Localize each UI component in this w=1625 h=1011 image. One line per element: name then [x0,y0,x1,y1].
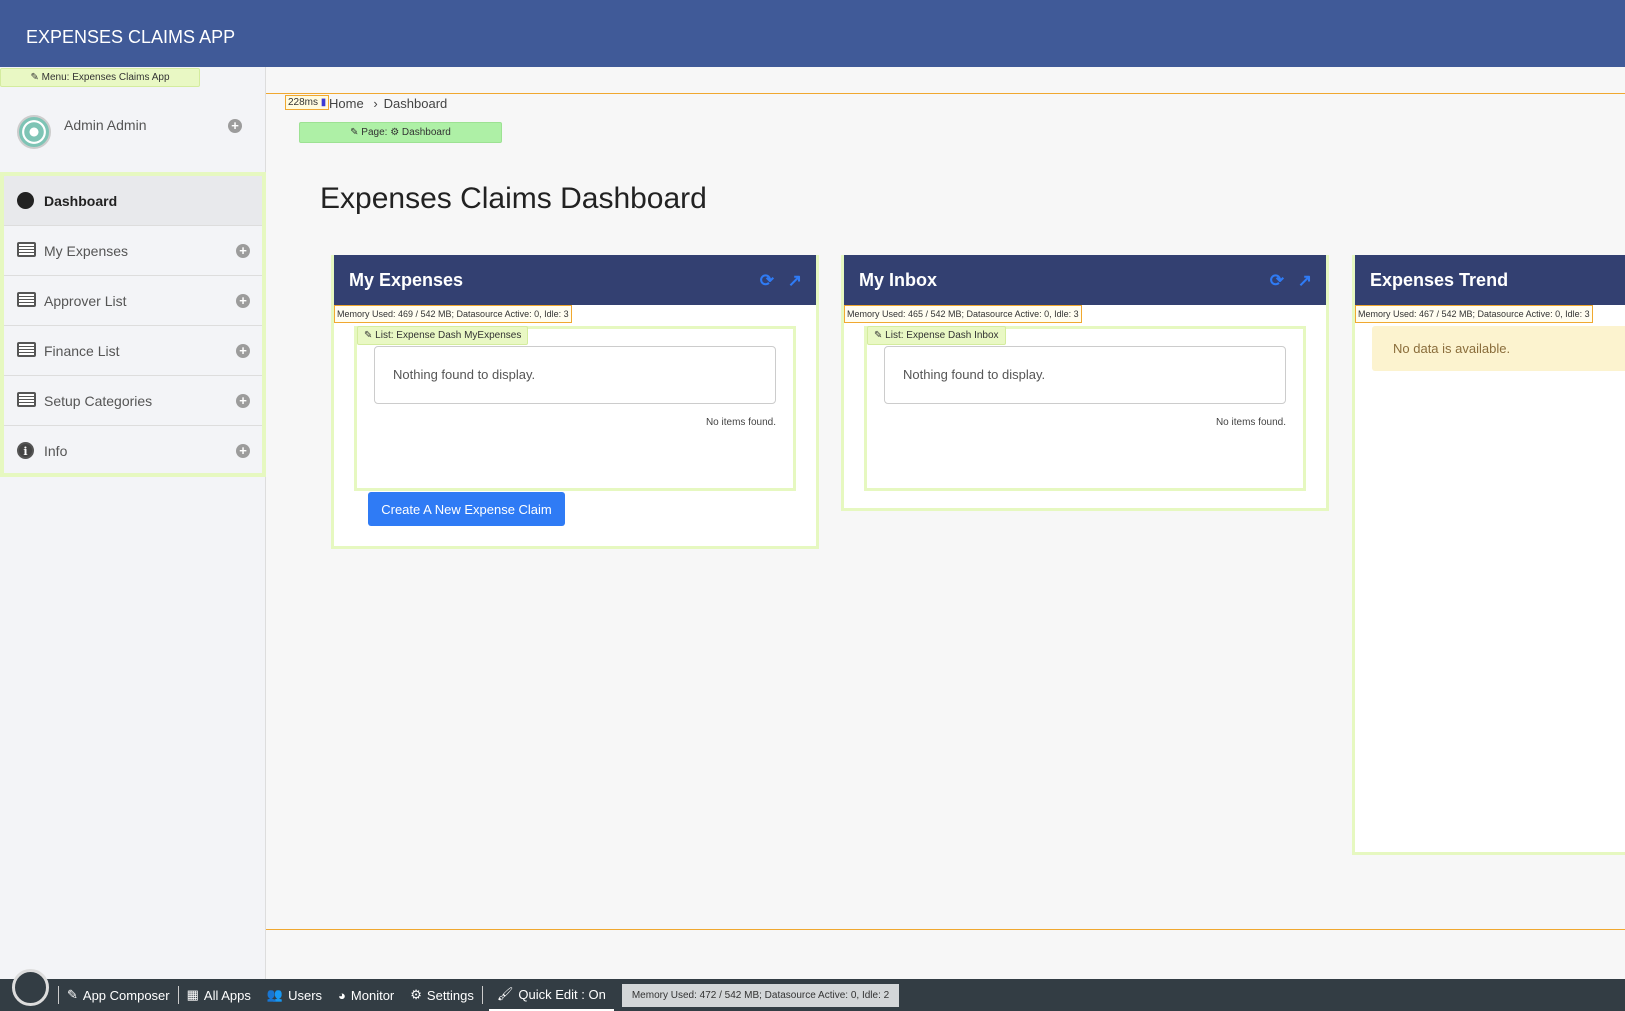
label: All Apps [203,987,251,1003]
brush-icon: 🖌 [496,986,514,1001]
no-items-text: No items found. [705,417,776,428]
create-expense-claim-button[interactable]: Create A New Expense Claim [368,492,565,526]
quick-edit-toggle[interactable]: 🖌 Quick Edit : On [488,979,614,1011]
expenses-trend-panel: Expenses Trend Memory Used: 467 / 542 MB… [1352,255,1625,855]
label: Monitor [350,987,395,1003]
memory-info: Memory Used: 465 / 542 MB; Datasource Ac… [844,305,1082,323]
external-link-icon[interactable]: ↗ [1298,271,1312,291]
dashboard-icon: ◕ [338,987,346,1003]
memory-info: Memory Used: 469 / 542 MB; Datasource Ac… [334,305,572,323]
list-icon [17,342,36,357]
panel-title: My Expenses [349,270,464,290]
expenses-list: ✎ List: Expense Dash MyExpenses Nothing … [354,326,796,491]
breadcrumb-separator: › [373,96,378,111]
list-edit-tag[interactable]: ✎ List: Expense Dash Inbox [867,326,1006,345]
memory-info: Memory Used: 472 / 542 MB; Datasource Ac… [621,983,900,1007]
timing-badge[interactable]: 228ms ▮ [285,95,330,110]
app-header: EXPENSES CLAIMS APP [0,0,1625,67]
sidebar-item-label: Dashboard [44,193,118,209]
user-expand-icon[interactable]: + [228,119,242,133]
inbox-list: ✎ List: Expense Dash Inbox Nothing found… [864,326,1306,491]
label: Users [288,987,323,1003]
list-icon [17,392,36,407]
copy-icon[interactable]: ▮ [321,97,327,108]
panel-header: My Expenses ⟳ ↗ [334,255,816,305]
memory-info: Memory Used: 467 / 542 MB; Datasource Ac… [1355,305,1593,323]
no-items-text: No items found. [1215,417,1286,428]
panel-header: My Inbox ⟳ ↗ [844,255,1326,305]
user-name[interactable]: Admin Admin [64,117,146,133]
sidebar-item-info[interactable]: i Info + [4,426,262,476]
list-icon [17,242,36,257]
panel-title: My Inbox [859,270,938,290]
bottom-toolbar: ✎ App Composer ▦ All Apps 👥 Users ◕ Monitor … [0,969,1625,1011]
label: Quick Edit : On [518,986,606,1002]
sidebar-item-my-expenses[interactable]: My Expenses + [4,226,262,276]
edit-icon: ✎ [67,987,78,1002]
page-edit-tag[interactable]: ✎ Page: ⚙ Dashboard [299,122,502,143]
grid-icon: ▦ [186,987,199,1002]
refresh-icon[interactable]: ⟳ [760,271,774,291]
empty-message: Nothing found to display. [374,346,776,404]
gears-icon: ⚙ [410,987,422,1002]
empty-message: Nothing found to display. [884,346,1286,404]
sidebar-item-dashboard[interactable]: Dashboard [4,176,262,226]
sidebar: ✎ Menu: Expenses Claims App Admin Admin … [0,67,266,979]
sidebar-nav: Dashboard My Expenses + Approver List + Fi… [0,172,266,477]
page-title: Expenses Claims Dashboard [320,182,707,215]
separator [481,986,483,1004]
info-icon: i [17,442,34,459]
menu-edit-tag[interactable]: ✎ Menu: Expenses Claims App [0,68,200,87]
sidebar-item-finance-list[interactable]: Finance List + [4,326,262,376]
users-icon: 👥 [266,987,284,1002]
sidebar-item-label: Approver List [44,293,127,309]
dashboard-icon [17,192,34,209]
label: App Composer [82,987,170,1003]
expand-icon[interactable]: + [236,294,250,308]
timing-text: 228ms [288,97,319,108]
no-data-alert: No data is available. [1372,326,1625,371]
list-icon [17,292,36,307]
sidebar-item-label: Info [44,443,68,459]
expand-icon[interactable]: + [236,244,250,258]
settings-button[interactable]: ⚙ Settings [402,979,482,1011]
panel-header: Expenses Trend [1355,255,1625,305]
sidebar-item-label: Finance List [44,343,120,359]
sidebar-item-label: Setup Categories [44,393,153,409]
app-title[interactable]: EXPENSES CLAIMS APP [26,27,235,47]
all-apps-button[interactable]: ▦ All Apps [179,979,259,1011]
external-link-icon[interactable]: ↗ [788,271,802,291]
platform-logo-icon[interactable] [12,969,49,1006]
expand-icon[interactable]: + [236,344,250,358]
sidebar-item-approver-list[interactable]: Approver List + [4,276,262,326]
list-edit-tag[interactable]: ✎ List: Expense Dash MyExpenses [357,326,529,345]
divider [266,93,1625,94]
sidebar-item-setup-categories[interactable]: Setup Categories + [4,376,262,426]
refresh-icon[interactable]: ⟳ [1270,271,1284,291]
app-composer-button[interactable]: ✎ App Composer [59,979,178,1011]
monitor-button[interactable]: ◕ Monitor [330,979,402,1011]
my-inbox-panel: My Inbox ⟳ ↗ Memory Used: 465 / 542 MB; D… [841,255,1329,511]
avatar[interactable] [17,115,51,149]
my-expenses-panel: My Expenses ⟳ ↗ Memory Used: 469 / 542 MB… [331,255,819,549]
breadcrumb-home[interactable]: Home [329,96,364,111]
breadcrumb-current: Dashboard [383,96,448,111]
divider [266,929,1625,930]
label: Settings [426,987,474,1003]
panel-title: Expenses Trend [1370,270,1509,290]
sidebar-item-label: My Expenses [44,243,129,259]
users-button[interactable]: 👥 Users [259,979,330,1011]
expand-icon[interactable]: + [236,394,250,408]
expand-icon[interactable]: + [236,444,250,458]
